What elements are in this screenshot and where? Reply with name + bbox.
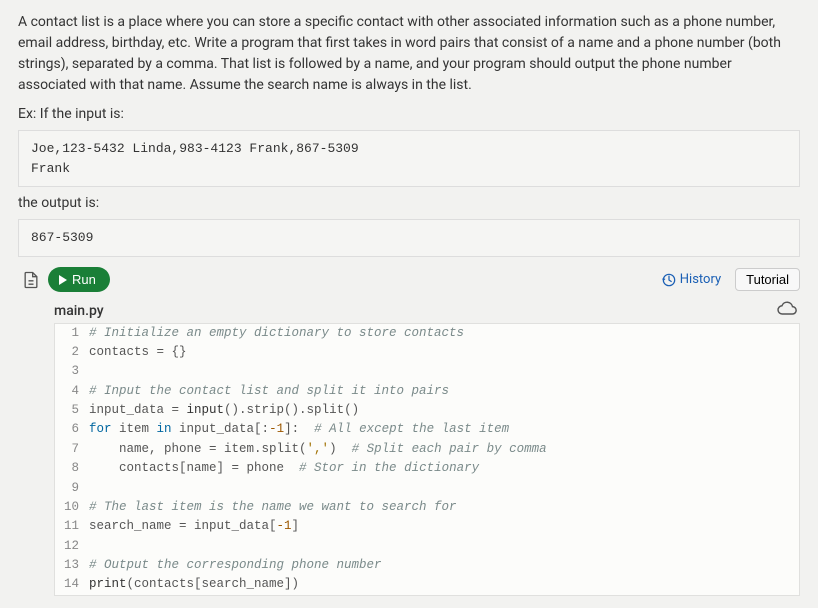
run-button-label: Run bbox=[72, 272, 96, 287]
history-label: History bbox=[680, 272, 721, 287]
code-line[interactable]: 9 bbox=[55, 479, 799, 498]
code-line[interactable]: 7 name, phone = item.split(',') # Split … bbox=[55, 440, 799, 459]
code-editor[interactable]: 1# Initialize an empty dictionary to sto… bbox=[54, 323, 800, 596]
code-line[interactable]: 2contacts = {} bbox=[55, 343, 799, 362]
run-button[interactable]: Run bbox=[48, 267, 110, 292]
line-number: 11 bbox=[55, 517, 89, 536]
cloud-icon bbox=[776, 301, 798, 320]
code-line[interactable]: 5input_data = input().strip().split() bbox=[55, 401, 799, 420]
line-number: 12 bbox=[55, 537, 89, 556]
line-content[interactable]: # Output the corresponding phone number bbox=[89, 556, 382, 575]
example-label: Ex: If the input is: bbox=[18, 106, 800, 122]
code-line[interactable]: 4# Input the contact list and split it i… bbox=[55, 382, 799, 401]
line-number: 5 bbox=[55, 401, 89, 420]
code-line[interactable]: 1# Initialize an empty dictionary to sto… bbox=[55, 324, 799, 343]
line-content[interactable]: search_name = input_data[-1] bbox=[89, 517, 299, 536]
code-line[interactable]: 10# The last item is the name we want to… bbox=[55, 498, 799, 517]
tutorial-button[interactable]: Tutorial bbox=[735, 268, 800, 291]
line-content[interactable]: for item in input_data[:-1]: # All excep… bbox=[89, 420, 509, 439]
line-number: 10 bbox=[55, 498, 89, 517]
input-example-box: Joe,123-5432 Linda,983-4123 Frank,867-53… bbox=[18, 130, 800, 187]
line-content[interactable]: print(contacts[search_name]) bbox=[89, 575, 299, 594]
line-content[interactable]: # Initialize an empty dictionary to stor… bbox=[89, 324, 464, 343]
line-number: 14 bbox=[55, 575, 89, 594]
line-number: 8 bbox=[55, 459, 89, 478]
output-label: the output is: bbox=[18, 195, 800, 211]
line-content[interactable]: # The last item is the name we want to s… bbox=[89, 498, 457, 517]
line-number: 1 bbox=[55, 324, 89, 343]
line-number: 9 bbox=[55, 479, 89, 498]
line-number: 13 bbox=[55, 556, 89, 575]
file-icon bbox=[20, 267, 42, 293]
line-number: 4 bbox=[55, 382, 89, 401]
line-content[interactable]: # Input the contact list and split it in… bbox=[89, 382, 449, 401]
code-line[interactable]: 8 contacts[name] = phone # Stor in the d… bbox=[55, 459, 799, 478]
line-number: 6 bbox=[55, 420, 89, 439]
code-line[interactable]: 3 bbox=[55, 362, 799, 381]
code-line[interactable]: 12 bbox=[55, 537, 799, 556]
line-number: 7 bbox=[55, 440, 89, 459]
line-content[interactable]: contacts[name] = phone # Stor in the dic… bbox=[89, 459, 479, 478]
line-content[interactable]: input_data = input().strip().split() bbox=[89, 401, 359, 420]
line-content[interactable]: contacts = {} bbox=[89, 343, 187, 362]
code-line[interactable]: 13# Output the corresponding phone numbe… bbox=[55, 556, 799, 575]
history-link[interactable]: History bbox=[662, 272, 721, 287]
filename-tab[interactable]: main.py bbox=[54, 299, 104, 323]
line-number: 2 bbox=[55, 343, 89, 362]
problem-description: A contact list is a place where you can … bbox=[18, 12, 800, 96]
line-number: 3 bbox=[55, 362, 89, 381]
code-line[interactable]: 11search_name = input_data[-1] bbox=[55, 517, 799, 536]
output-example-box: 867-5309 bbox=[18, 219, 800, 257]
code-line[interactable]: 14print(contacts[search_name]) bbox=[55, 575, 799, 594]
line-content[interactable]: name, phone = item.split(',') # Split ea… bbox=[89, 440, 547, 459]
code-line[interactable]: 6for item in input_data[:-1]: # All exce… bbox=[55, 420, 799, 439]
